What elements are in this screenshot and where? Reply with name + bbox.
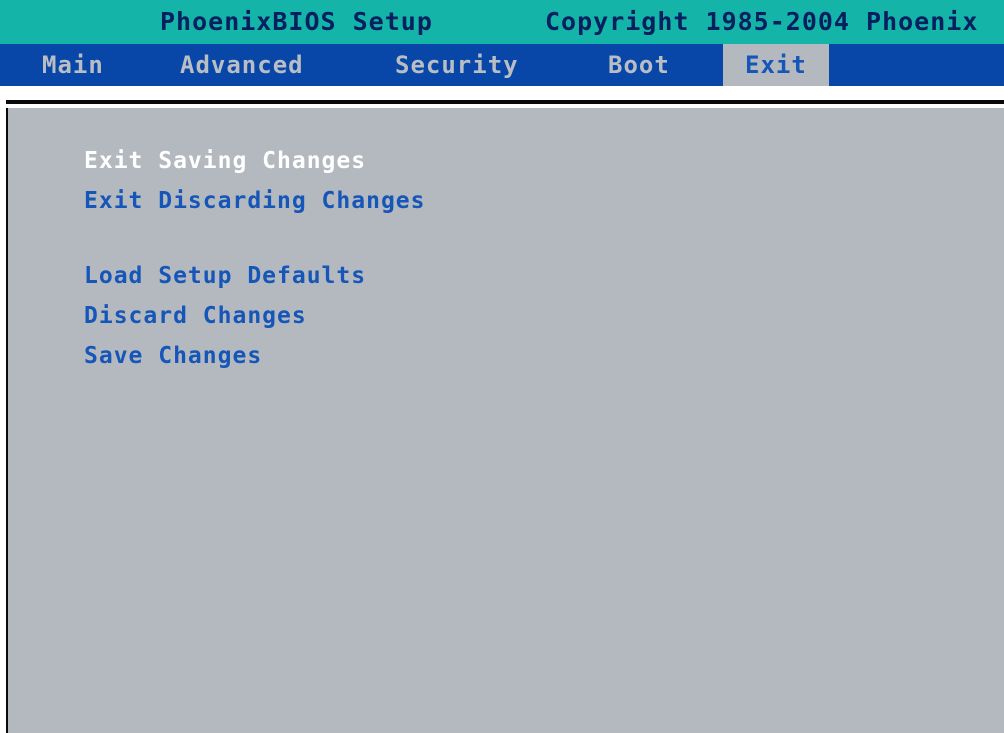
tab-advanced[interactable]: Advanced [180, 44, 304, 86]
bios-title: PhoenixBIOS Setup [160, 7, 433, 36]
exit-saving-changes-item[interactable]: Exit Saving Changes [84, 146, 366, 176]
tab-main[interactable]: Main [42, 44, 104, 86]
tab-security[interactable]: Security [395, 44, 519, 86]
header-divider [6, 100, 1004, 104]
exit-discarding-changes-item[interactable]: Exit Discarding Changes [84, 186, 426, 216]
save-changes-item[interactable]: Save Changes [84, 341, 262, 371]
menu-bar: Main Advanced Security Boot Exit [0, 44, 1004, 86]
tab-boot[interactable]: Boot [608, 44, 670, 86]
bios-copyright: Copyright 1985-2004 Phoenix [545, 7, 979, 36]
exit-panel: Exit Saving Changes Exit Discarding Chan… [6, 108, 1004, 733]
title-bar: PhoenixBIOS Setup Copyright 1985-2004 Ph… [0, 0, 1004, 44]
load-setup-defaults-item[interactable]: Load Setup Defaults [84, 261, 366, 291]
header-spacer [0, 86, 1004, 108]
tab-exit[interactable]: Exit [723, 44, 829, 86]
discard-changes-item[interactable]: Discard Changes [84, 301, 307, 331]
